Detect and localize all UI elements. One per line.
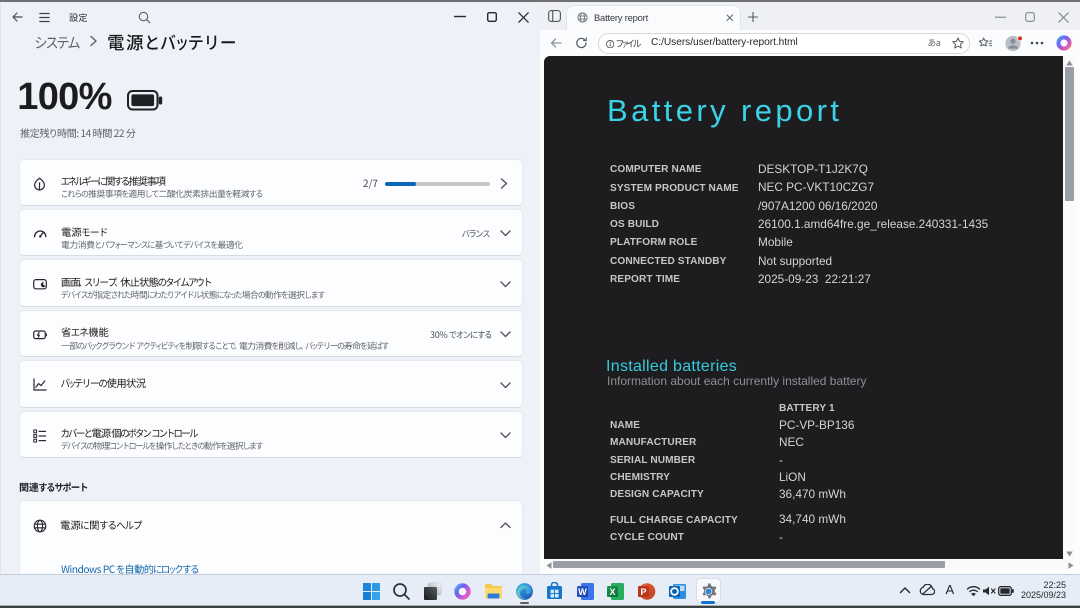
svg-text:X: X [610,586,616,596]
svg-text:W: W [578,586,587,596]
svg-text:P: P [640,586,646,596]
